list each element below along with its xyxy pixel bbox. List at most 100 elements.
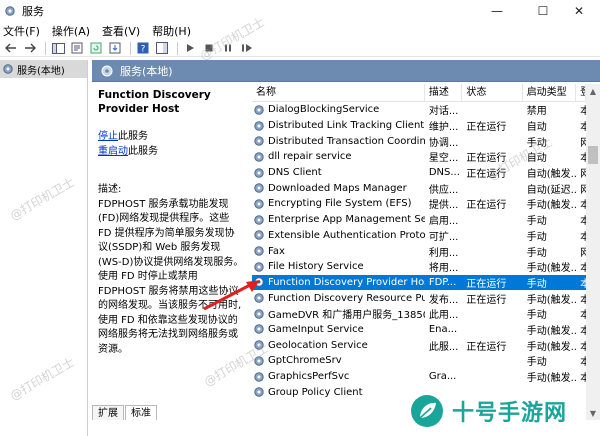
service-name: Extensible Authentication Protocol	[268, 229, 425, 241]
cell-name: Distributed Link Tracking Client	[252, 120, 425, 132]
table-row[interactable]: Extensible Authentication Protocol 可扩... 手…	[252, 228, 586, 244]
cell-startup-type: 手动	[526, 231, 547, 243]
menu-file[interactable]: 文件(F)	[3, 23, 40, 39]
cell-startup-type: 手动	[526, 278, 547, 290]
service-name: Function Discovery Resource Publi...	[268, 292, 425, 304]
console-tree-icon[interactable]	[50, 41, 66, 56]
scroll-up-icon[interactable]: ▲	[586, 84, 600, 98]
cell-startup-type: 手动(触发...	[526, 325, 577, 337]
table-row[interactable]: Downloaded Maps Manager 供应... 自动(延迟... 网	[252, 180, 586, 196]
stop-link-suffix: 此服务	[118, 131, 148, 142]
selected-service-name: Function Discovery Provider Host	[98, 89, 211, 115]
services-gear-icon	[3, 64, 13, 74]
action-pane-icon[interactable]	[154, 41, 170, 56]
cell-description: DNS...	[428, 167, 460, 179]
menu-view[interactable]: 查看(V)	[102, 23, 140, 39]
properties-icon[interactable]	[69, 41, 85, 56]
cell-status: 正在运行	[466, 122, 507, 134]
cell-startup-type: 手动	[526, 357, 547, 369]
cell-description: 可扩...	[428, 231, 459, 243]
table-row[interactable]: Distributed Transaction Coordinat...协调..…	[252, 133, 586, 149]
service-name: GptChromeSrv	[268, 355, 342, 367]
cell-logon: 本	[580, 122, 586, 134]
stop-service-icon[interactable]	[201, 41, 217, 56]
cell-name: Downloaded Maps Manager	[252, 182, 425, 194]
service-actions: 停止此服务 重启动此服务	[98, 130, 244, 159]
pause-service-icon[interactable]	[220, 41, 236, 56]
service-name: Distributed Transaction Coordinat...	[268, 135, 425, 147]
restart-service-icon[interactable]	[239, 41, 255, 56]
service-gear-icon	[254, 214, 264, 225]
column-header-status[interactable]: 状态	[462, 84, 523, 102]
pane-header-title: 服务(本地)	[120, 64, 173, 78]
service-gear-icon	[254, 183, 264, 193]
table-row[interactable]: Function Discovery Resource Publi...发布..…	[252, 290, 586, 306]
vertical-scrollbar[interactable]: ▲ ▼	[586, 84, 600, 420]
table-row[interactable]: Geolocation Service 此服... 正在运行 手动(触发... 本	[252, 337, 586, 353]
cell-description: 协调...	[428, 137, 459, 149]
service-name: Distributed Link Tracking Client	[268, 120, 425, 132]
service-gear-icon	[254, 356, 264, 366]
service-name: DNS Client	[268, 167, 322, 179]
logo-leaf-icon	[411, 395, 443, 427]
toolbar-separator	[177, 41, 178, 55]
table-row[interactable]: GameDVR 和广播用户服务_13850e...此用... 手动 本	[252, 306, 586, 322]
table-row[interactable]: Encrypting File System (EFS) 提供... 正在运行 手动(…	[252, 196, 586, 212]
minimize-button[interactable]: —	[474, 0, 520, 22]
table-row[interactable]: GraphicsPerfSvc Gra... 手动(触发... 本	[252, 369, 586, 385]
service-gear-icon	[254, 199, 264, 209]
help-icon[interactable]: ?	[135, 41, 151, 56]
table-row[interactable]: Fax 利用... 手动 网	[252, 243, 586, 259]
column-header-logon[interactable]: 登	[576, 84, 586, 102]
back-icon[interactable]	[3, 41, 19, 56]
forward-icon[interactable]	[22, 41, 38, 56]
cell-logon: 本	[580, 310, 586, 322]
cell-name: dll repair service	[252, 151, 425, 163]
service-name: GameDVR 和广播用户服务_13850e...	[268, 310, 425, 322]
column-header-description[interactable]: 描述	[425, 84, 463, 102]
close-button[interactable]: ✕	[556, 0, 600, 22]
table-row[interactable]: GameInput Service Ena... 手动(触发... 本	[252, 322, 586, 338]
table-row[interactable]: dll repair service 星空... 正在运行 自动 本	[252, 149, 586, 165]
cell-status: 正在运行	[466, 294, 507, 306]
column-header-startup-type[interactable]: 启动类型	[523, 84, 577, 102]
tab-extended[interactable]: 扩展	[92, 405, 124, 420]
cell-name: Distributed Transaction Coordinat...	[252, 135, 425, 147]
sort-ascending-icon: ^	[334, 84, 341, 87]
cell-startup-type: 自动(延迟...	[526, 184, 577, 196]
tree-item-services-local[interactable]: 服务(本地)	[0, 60, 87, 78]
cell-logon: 网	[580, 184, 586, 196]
menu-help[interactable]: 帮助(H)	[152, 23, 191, 39]
table-row[interactable]: Distributed Link Tracking Client 维护... 正在运…	[252, 118, 586, 134]
service-gear-icon	[254, 262, 264, 272]
table-row[interactable]: DNS Client DNS... 正在运行 自动(触发... 网	[252, 165, 586, 181]
cell-logon: 本	[580, 153, 586, 165]
cell-name: Fax	[252, 245, 425, 257]
cell-name: Group Policy Client	[252, 386, 425, 398]
tab-standard[interactable]: 标准	[125, 405, 157, 420]
scrollbar-thumb[interactable]	[588, 146, 598, 164]
cell-name: Function Discovery Resource Publi...	[252, 292, 425, 304]
stop-service-link[interactable]: 停止	[98, 131, 118, 142]
restart-service-link[interactable]: 重启动	[98, 146, 128, 157]
cell-name: Extensible Authentication Protocol	[252, 229, 425, 241]
cell-logon: 本	[580, 373, 586, 385]
description-label: 描述:	[98, 184, 122, 195]
table-row[interactable]: GptChromeSrv 手动 本	[252, 353, 586, 369]
cell-status: 正在运行	[466, 153, 507, 165]
refresh-icon[interactable]	[88, 41, 104, 56]
cell-description: Gra...	[428, 371, 457, 383]
menu-action[interactable]: 操作(A)	[52, 23, 90, 39]
site-logo: 十号手游网	[410, 386, 600, 436]
table-row[interactable]: Function Discovery Provider Host FDP... 正在…	[252, 274, 586, 291]
export-list-icon[interactable]	[107, 41, 123, 56]
service-gear-icon	[254, 387, 264, 397]
table-row[interactable]: DialogBlockingService 对话... 禁用 本	[252, 102, 586, 118]
cell-startup-type: 手动	[526, 137, 547, 149]
cell-name: File History Service	[252, 261, 425, 273]
cell-description: 此服...	[428, 341, 459, 353]
table-row[interactable]: File History Service 将用... 手动(触发... 本	[252, 259, 586, 275]
table-header: ^ 名称 描述 状态 启动类型 登	[252, 84, 586, 102]
table-row[interactable]: Enterprise App Management Serv...启用... 手动…	[252, 212, 586, 228]
start-service-icon[interactable]	[182, 41, 198, 56]
